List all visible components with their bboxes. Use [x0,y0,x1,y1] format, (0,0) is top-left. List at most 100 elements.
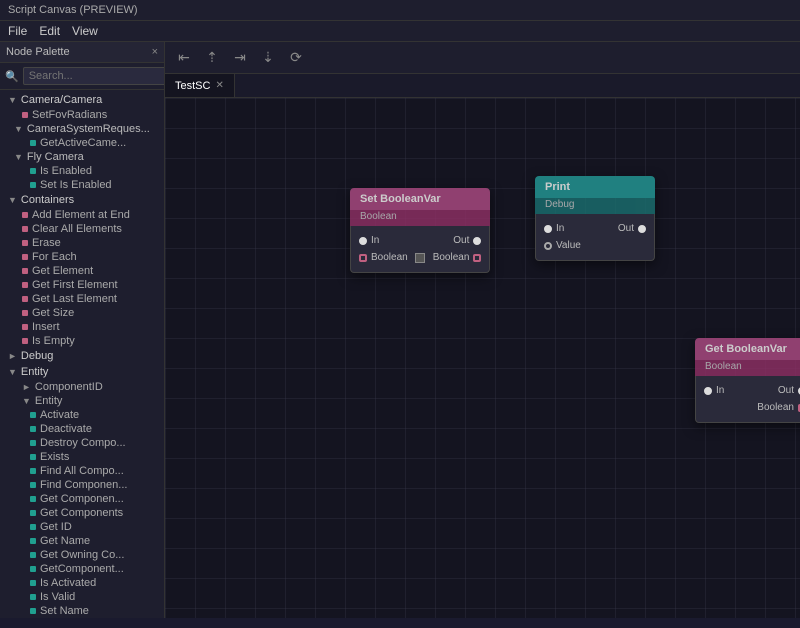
item-add-element[interactable]: Add Element at End [0,208,164,222]
out-exec-port[interactable]: Out [453,235,481,246]
dot-icon [30,440,36,446]
item-label: GetComponent... [40,563,124,575]
dot-icon [22,338,28,344]
item-setfovradians[interactable]: SetFovRadians [0,108,164,122]
item-getcomponent2[interactable]: GetComponent... [0,562,164,576]
item-label: For Each [32,251,77,263]
category-entity[interactable]: ▼ Entity [0,364,164,380]
in-bool-port[interactable]: Boolean [359,252,425,263]
item-getfirst[interactable]: Get First Element [0,278,164,292]
item-label: Get Components [40,507,123,519]
item-label: GetActiveCame... [40,137,126,149]
align-bottom-icon[interactable]: ⇣ [257,47,279,69]
node-body: In Out Value [535,214,655,261]
dot-icon [22,324,28,330]
item-componentid[interactable]: ► ComponentID [0,380,164,394]
item-isempty[interactable]: Is Empty [0,334,164,348]
node-set-boolvar[interactable]: Set BooleanVar Boolean In Out [350,188,490,273]
node-body: In Out Boolean [695,376,800,423]
dot-icon [22,112,28,118]
dot-icon [30,608,36,614]
tab-testsc[interactable]: TestSC ✕ [165,74,235,97]
sub-camerasystem[interactable]: ▼ CameraSystemReques... [0,122,164,136]
item-is-valid[interactable]: Is Valid [0,590,164,604]
item-getactivecame[interactable]: GetActiveCame... [0,136,164,150]
align-top-icon[interactable]: ⇡ [201,47,223,69]
item-foreach[interactable]: For Each [0,250,164,264]
item-label: Destroy Compo... [40,437,126,449]
item-get-componen[interactable]: Get Componen... [0,492,164,506]
item-getelement[interactable]: Get Element [0,264,164,278]
node-title: Set BooleanVar [360,193,441,205]
search-input[interactable] [23,67,165,85]
item-getsize[interactable]: Get Size [0,306,164,320]
item-isenabled[interactable]: Is Enabled [0,164,164,178]
in-exec-port[interactable]: In [704,385,724,396]
tab-close-icon[interactable]: ✕ [215,80,223,91]
item-label: Get Owning Co... [40,549,124,561]
canvas-area[interactable]: ⇤ ⇡ ⇥ ⇣ ⟳ TestSC ✕ [165,42,800,618]
item-label: Get Last Element [32,293,117,305]
item-getlast[interactable]: Get Last Element [0,292,164,306]
refresh-icon[interactable]: ⟳ [285,47,307,69]
out-exec-port[interactable]: Out [618,223,646,234]
node-subtitle: Boolean [360,211,397,222]
align-left-icon[interactable]: ⇤ [173,47,195,69]
dot-icon [30,538,36,544]
item-setisenabled[interactable]: Set Is Enabled [0,178,164,192]
item-entity-sub[interactable]: ▼ Entity [0,394,164,408]
category-camera[interactable]: ▼ Camera/Camera [0,92,164,108]
item-deactivate[interactable]: Deactivate [0,422,164,436]
item-label: Find Componen... [40,479,127,491]
port-label: Out [453,235,469,246]
item-set-name[interactable]: Set Name [0,604,164,618]
in-exec-port[interactable]: In [359,235,379,246]
dot-icon [30,168,36,174]
category-containers[interactable]: ▼ Containers [0,192,164,208]
dot-icon [30,468,36,474]
menu-view[interactable]: View [72,24,98,38]
bool-checkbox[interactable] [415,253,425,263]
sub-flycamera[interactable]: ▼ Fly Camera [0,150,164,164]
item-get-owning[interactable]: Get Owning Co... [0,548,164,562]
item-findall-compo[interactable]: Find All Compo... [0,464,164,478]
item-label: Entity [35,395,63,407]
item-get-components[interactable]: Get Components [0,506,164,520]
canvas-content[interactable]: Set BooleanVar Boolean In Out [165,98,800,618]
out-exec-port[interactable]: Out [778,385,800,396]
category-debug[interactable]: ► Debug [0,348,164,364]
item-find-componen[interactable]: Find Componen... [0,478,164,492]
item-activate[interactable]: Activate [0,408,164,422]
item-label: SetFovRadians [32,109,107,121]
search-bar: 🔍 ✕ + [0,63,164,90]
item-get-name[interactable]: Get Name [0,534,164,548]
arrow-entity: ▼ [8,367,17,377]
tab-label: TestSC [175,80,210,92]
menu-edit[interactable]: Edit [39,24,60,38]
item-exists[interactable]: Exists [0,450,164,464]
dot-icon [30,524,36,530]
node-sub: Boolean [695,360,800,376]
in-exec-port[interactable]: In [544,223,564,234]
out-bool-port[interactable]: Boolean [433,252,482,263]
item-label: ComponentID [35,381,103,393]
item-get-id[interactable]: Get ID [0,520,164,534]
out-bool-port[interactable]: Boolean [757,402,800,413]
item-label: Get ID [40,521,72,533]
item-clear-all[interactable]: Clear All Elements [0,222,164,236]
item-label: Add Element at End [32,209,130,221]
port-label: In [371,235,379,246]
item-insert[interactable]: Insert [0,320,164,334]
port-dot [473,237,481,245]
item-is-activated[interactable]: Is Activated [0,576,164,590]
palette-close-icon[interactable]: × [152,46,158,58]
item-erase[interactable]: Erase [0,236,164,250]
item-label: Get Size [32,307,74,319]
align-right-icon[interactable]: ⇥ [229,47,251,69]
arrow-flycamera: ▼ [14,152,23,162]
value-port[interactable]: Value [544,240,581,251]
item-destroy-compo[interactable]: Destroy Compo... [0,436,164,450]
node-print[interactable]: Print Debug In Out [535,176,655,261]
menu-file[interactable]: File [8,24,27,38]
node-get-boolvar[interactable]: Get BooleanVar Boolean In Out [695,338,800,423]
